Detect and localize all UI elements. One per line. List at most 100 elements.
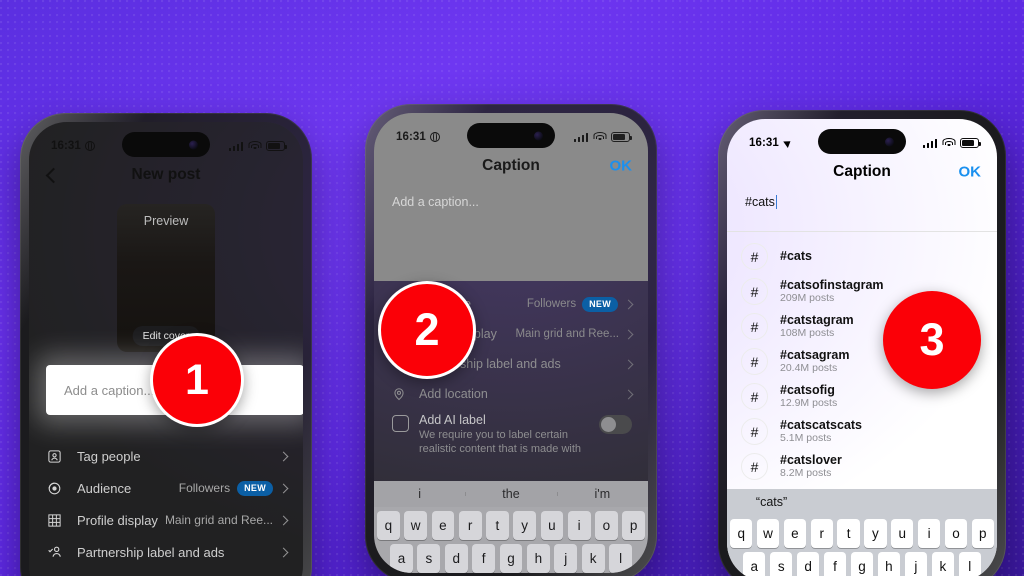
suggestion-1[interactable]: “cats”: [727, 495, 816, 509]
key-s[interactable]: s: [417, 544, 441, 573]
key-r[interactable]: r: [810, 519, 833, 548]
camera-lens-icon: [189, 140, 198, 149]
ai-label-row[interactable]: Add AI label We require you to label cer…: [374, 413, 648, 457]
key-y[interactable]: y: [513, 511, 536, 540]
option-label: Audience: [77, 480, 132, 496]
option-label: Partnership label and ads: [77, 544, 225, 560]
option-row-tag-people[interactable]: Tag people: [29, 440, 303, 472]
option-row-profile-display[interactable]: Profile display Main grid and Ree...: [29, 504, 303, 536]
key-u[interactable]: u: [540, 511, 564, 540]
option-value: Main grid and Ree...: [164, 513, 273, 527]
hash-icon: #: [741, 278, 768, 305]
hashtag-name: #catsofinstagram: [780, 277, 884, 292]
key-j[interactable]: j: [554, 544, 578, 573]
key-i[interactable]: i: [917, 519, 941, 548]
chevron-right-icon: [278, 451, 289, 461]
ai-label-toggle[interactable]: [599, 415, 632, 434]
step-badge-2: 2: [378, 281, 476, 379]
ai-label-desc: We require you to label certain realisti…: [419, 429, 582, 455]
status-time: 16:31: [396, 131, 426, 143]
hash-icon: #: [741, 243, 768, 270]
hashtag-item[interactable]: # #catscatscats 5.1M posts: [727, 414, 997, 449]
key-l[interactable]: l: [958, 552, 981, 576]
camera-lens-icon: [885, 137, 894, 146]
key-g[interactable]: g: [499, 544, 523, 573]
key-s[interactable]: s: [769, 552, 793, 576]
key-u[interactable]: u: [891, 519, 914, 548]
caption-placeholder: Add a caption...: [64, 382, 155, 398]
battery-icon: [266, 141, 287, 151]
hashtag-text: #catsagram 20.4M posts: [780, 348, 850, 376]
keyboard-row-2: a s d f g h j k l: [374, 540, 648, 573]
hashtag-name: #catsagram: [780, 347, 850, 362]
keyboard-row-1: q w e r t y u i o p: [374, 507, 648, 540]
key-l[interactable]: l: [609, 544, 633, 573]
option-row-add-location[interactable]: Add location: [29, 568, 303, 576]
hashtag-name: #catslover: [780, 452, 842, 467]
option-row-partnership[interactable]: Partnership label and ads: [29, 536, 303, 568]
media-preview[interactable]: Preview Edit cover: [117, 204, 215, 352]
grid-icon: [47, 513, 67, 528]
key-j[interactable]: j: [904, 552, 928, 576]
caption-placeholder[interactable]: Add a caption...: [392, 195, 479, 209]
suggestion-3[interactable]: i'm: [556, 487, 648, 501]
battery-icon: [611, 132, 632, 142]
keyboard-suggestion-bar: i the i'm: [374, 481, 648, 507]
ok-button[interactable]: OK: [959, 164, 982, 181]
hash-icon: #: [741, 348, 768, 375]
option-row-add-location[interactable]: Add location: [374, 379, 648, 409]
key-f[interactable]: f: [823, 552, 847, 576]
phone1-navbar: New post: [29, 158, 303, 192]
chevron-right-icon: [623, 359, 634, 369]
key-y[interactable]: y: [864, 519, 887, 548]
key-o[interactable]: o: [944, 519, 968, 548]
key-g[interactable]: g: [850, 552, 874, 576]
key-a[interactable]: a: [390, 544, 413, 573]
key-q[interactable]: q: [730, 519, 753, 548]
back-chevron-icon[interactable]: [43, 167, 59, 183]
key-w[interactable]: w: [404, 511, 427, 540]
key-r[interactable]: r: [458, 511, 482, 540]
key-d[interactable]: d: [796, 552, 820, 576]
option-row-audience[interactable]: Audience Followers NEW: [29, 472, 303, 504]
key-t[interactable]: t: [486, 511, 509, 540]
ok-button[interactable]: OK: [610, 158, 633, 175]
key-e[interactable]: e: [431, 511, 455, 540]
key-h[interactable]: h: [526, 544, 550, 573]
wifi-icon: [248, 141, 261, 151]
key-q[interactable]: q: [377, 511, 400, 540]
location-arrow-icon: [783, 138, 793, 148]
cellular-signal-icon: [922, 138, 937, 148]
key-p[interactable]: p: [971, 519, 994, 548]
divider: [727, 231, 997, 232]
keyboard-row-2: a s d f g h j k l: [727, 548, 997, 576]
hashtag-item[interactable]: # #catslover 8.2M posts: [727, 449, 997, 484]
key-f[interactable]: f: [472, 544, 496, 573]
key-a[interactable]: a: [743, 552, 766, 576]
key-w[interactable]: w: [756, 519, 780, 548]
option-label: Profile display: [77, 512, 158, 528]
dynamic-island: [122, 132, 210, 157]
caption-input[interactable]: #cats: [745, 195, 778, 209]
cellular-signal-icon: [573, 132, 588, 142]
key-t[interactable]: t: [837, 519, 860, 548]
key-h[interactable]: h: [877, 552, 901, 576]
key-d[interactable]: d: [444, 544, 468, 573]
hashtag-count: 5.1M posts: [780, 432, 832, 445]
key-k[interactable]: k: [931, 552, 955, 576]
key-o[interactable]: o: [595, 511, 618, 540]
key-i[interactable]: i: [567, 511, 591, 540]
key-p[interactable]: p: [622, 511, 645, 540]
new-badge: NEW: [582, 296, 618, 312]
location-pin-icon: [392, 387, 410, 401]
suggestion-1[interactable]: i: [374, 487, 465, 501]
page-title: New post: [131, 166, 201, 183]
key-k[interactable]: k: [581, 544, 605, 573]
ai-label-icon: [392, 415, 409, 432]
status-indicators: [922, 138, 981, 148]
hashtag-item[interactable]: # #catsofig 12.9M posts: [727, 379, 997, 414]
hashtag-item[interactable]: # #cats: [727, 239, 997, 274]
suggestion-2[interactable]: the: [465, 487, 556, 501]
key-e[interactable]: e: [783, 519, 807, 548]
phone2-navbar: Caption OK: [374, 149, 648, 183]
